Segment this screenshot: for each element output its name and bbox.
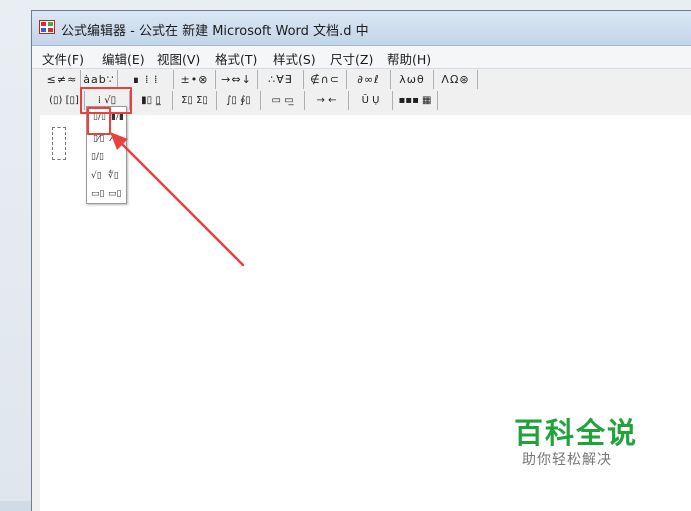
watermark-slogan: 助你轻松解决: [522, 452, 612, 468]
watermark-logo: 百科全说: [514, 416, 639, 450]
